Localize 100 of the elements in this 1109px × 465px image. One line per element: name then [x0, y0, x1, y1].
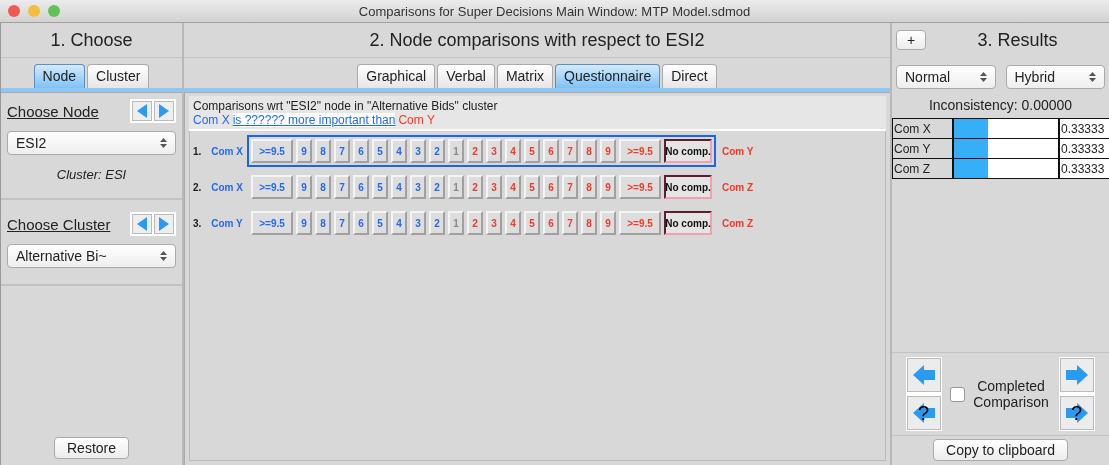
scale-button[interactable]: 1 [448, 211, 464, 235]
scale-button[interactable]: 4 [391, 175, 407, 199]
scale-button[interactable]: 1 [448, 175, 464, 199]
scale-button[interactable]: 8 [315, 139, 331, 163]
scale-button[interactable]: 6 [543, 139, 559, 163]
dropdown[interactable]: Hybrid [1005, 65, 1105, 89]
scale-button[interactable]: 4 [505, 139, 521, 163]
scale-button[interactable]: 6 [543, 175, 559, 199]
element-name: Com Y [721, 145, 754, 157]
scale-button[interactable]: 5 [372, 175, 388, 199]
scale-button[interactable]: 3 [410, 175, 426, 199]
section-title: 2. Node comparisons with respect to ESI2 [184, 23, 890, 58]
scale-button[interactable]: 6 [353, 139, 369, 163]
scale-button[interactable]: >=9.5 [619, 175, 661, 199]
scale-button[interactable]: 2 [467, 211, 483, 235]
scale-button[interactable]: 9 [600, 211, 616, 235]
scale-button[interactable]: No comp. [664, 211, 712, 235]
scale-button[interactable]: 7 [334, 139, 350, 163]
next-button[interactable] [1060, 358, 1094, 392]
row-number: 3. [192, 217, 203, 229]
tab[interactable]: Direct [662, 64, 717, 88]
previous-button[interactable] [132, 101, 152, 121]
next-button[interactable] [154, 214, 174, 234]
scale-button[interactable]: 7 [562, 175, 578, 199]
table-cell: Com Z [892, 159, 953, 179]
copy-button[interactable]: Copy to clipboard [933, 439, 1068, 461]
left-triangle-icon [136, 216, 148, 232]
scale-button[interactable]: 7 [562, 211, 578, 235]
scale-button[interactable]: 3 [486, 139, 502, 163]
tab[interactable]: Graphical [357, 64, 436, 88]
scale-button[interactable]: 1 [448, 139, 464, 163]
scale-button[interactable]: 3 [410, 211, 426, 235]
scale-button[interactable]: 9 [600, 175, 616, 199]
scale-button[interactable]: 9 [296, 175, 312, 199]
window-control[interactable] [8, 5, 20, 17]
dropdown[interactable]: Alternative Bi~ [7, 244, 176, 268]
scale-button[interactable]: 8 [581, 211, 597, 235]
scale-button[interactable]: 6 [353, 175, 369, 199]
comparison-scale[interactable]: >=9.5 9 8 7 6 5 4 3 2 1 2 3 4 5 6 7 8 9 >=9.5 No comp. [247, 171, 716, 203]
scale-button[interactable]: 5 [524, 175, 540, 199]
scale-button[interactable]: 5 [524, 211, 540, 235]
tab[interactable]: Verbal [437, 64, 495, 88]
restore-button[interactable]: Restore [54, 437, 129, 459]
question-link[interactable]: is ?????? more important than [232, 113, 396, 127]
previous-button[interactable] [907, 358, 941, 392]
scale-button[interactable]: >=9.5 [251, 175, 293, 199]
next-unfinished-button[interactable]: ? [1060, 396, 1094, 430]
tab[interactable]: Cluster [87, 64, 150, 88]
scale-button[interactable]: 8 [581, 175, 597, 199]
scale-button[interactable]: 9 [296, 211, 312, 235]
scale-button[interactable]: >=9.5 [619, 211, 661, 235]
scale-button[interactable]: >=9.5 [251, 211, 293, 235]
scale-button[interactable]: 7 [562, 139, 578, 163]
dropdown[interactable]: ESI2 [7, 131, 176, 155]
scale-button[interactable]: 8 [581, 139, 597, 163]
comparison-scale[interactable]: >=9.5 9 8 7 6 5 4 3 2 1 2 3 4 5 6 7 8 9 >=9.5 No comp. [247, 207, 716, 239]
tab[interactable]: Node [33, 64, 86, 88]
left-arrow-icon [911, 401, 937, 425]
next-button[interactable] [154, 101, 174, 121]
scale-button[interactable]: 3 [486, 175, 502, 199]
scale-button[interactable]: 7 [334, 211, 350, 235]
tab[interactable]: Matrix [496, 64, 553, 88]
scale-button[interactable]: 8 [315, 211, 331, 235]
table-cell: Com X [892, 119, 953, 139]
previous-button[interactable] [132, 214, 152, 234]
previous-unfinished-button[interactable]: ? [907, 396, 941, 430]
scale-button[interactable]: 5 [372, 139, 388, 163]
scale-button[interactable]: 2 [429, 139, 445, 163]
dropdown[interactable]: Normal [896, 65, 996, 89]
scale-button[interactable]: 3 [410, 139, 426, 163]
scale-button[interactable]: >=9.5 [251, 139, 293, 163]
left-arrow-icon [911, 363, 937, 387]
left-triangle-icon [136, 103, 148, 119]
scale-button[interactable]: 4 [505, 175, 521, 199]
checkbox[interactable] [950, 386, 965, 402]
scale-button[interactable]: 7 [334, 175, 350, 199]
window-control[interactable] [48, 5, 60, 17]
scale-button[interactable]: 2 [429, 175, 445, 199]
scale-button[interactable]: No comp. [664, 175, 712, 199]
scale-button[interactable]: 4 [391, 139, 407, 163]
scale-button[interactable]: 9 [296, 139, 312, 163]
tab[interactable]: Questionnaire [555, 64, 661, 88]
scale-button[interactable]: 2 [467, 139, 483, 163]
scale-button[interactable]: 4 [505, 211, 521, 235]
scale-button[interactable]: 2 [429, 211, 445, 235]
scale-button[interactable]: >=9.5 [619, 139, 661, 163]
scale-button[interactable]: 6 [353, 211, 369, 235]
add-button[interactable]: + [896, 30, 927, 50]
scale-button[interactable]: 5 [524, 139, 540, 163]
scale-button[interactable]: 2 [467, 175, 483, 199]
scale-button[interactable]: No comp. [664, 139, 712, 163]
scale-button[interactable]: 3 [486, 211, 502, 235]
scale-button[interactable]: 5 [372, 211, 388, 235]
scale-button[interactable]: 4 [391, 211, 407, 235]
scale-button[interactable]: 6 [543, 211, 559, 235]
scale-button[interactable]: 9 [600, 139, 616, 163]
comparison-scale[interactable]: >=9.5 9 8 7 6 5 4 3 2 1 2 3 4 5 6 7 8 9 >=9.5 No comp. [247, 135, 716, 167]
window-control[interactable] [28, 5, 40, 17]
table-cell: 0.33333 [1059, 139, 1109, 159]
scale-button[interactable]: 8 [315, 175, 331, 199]
